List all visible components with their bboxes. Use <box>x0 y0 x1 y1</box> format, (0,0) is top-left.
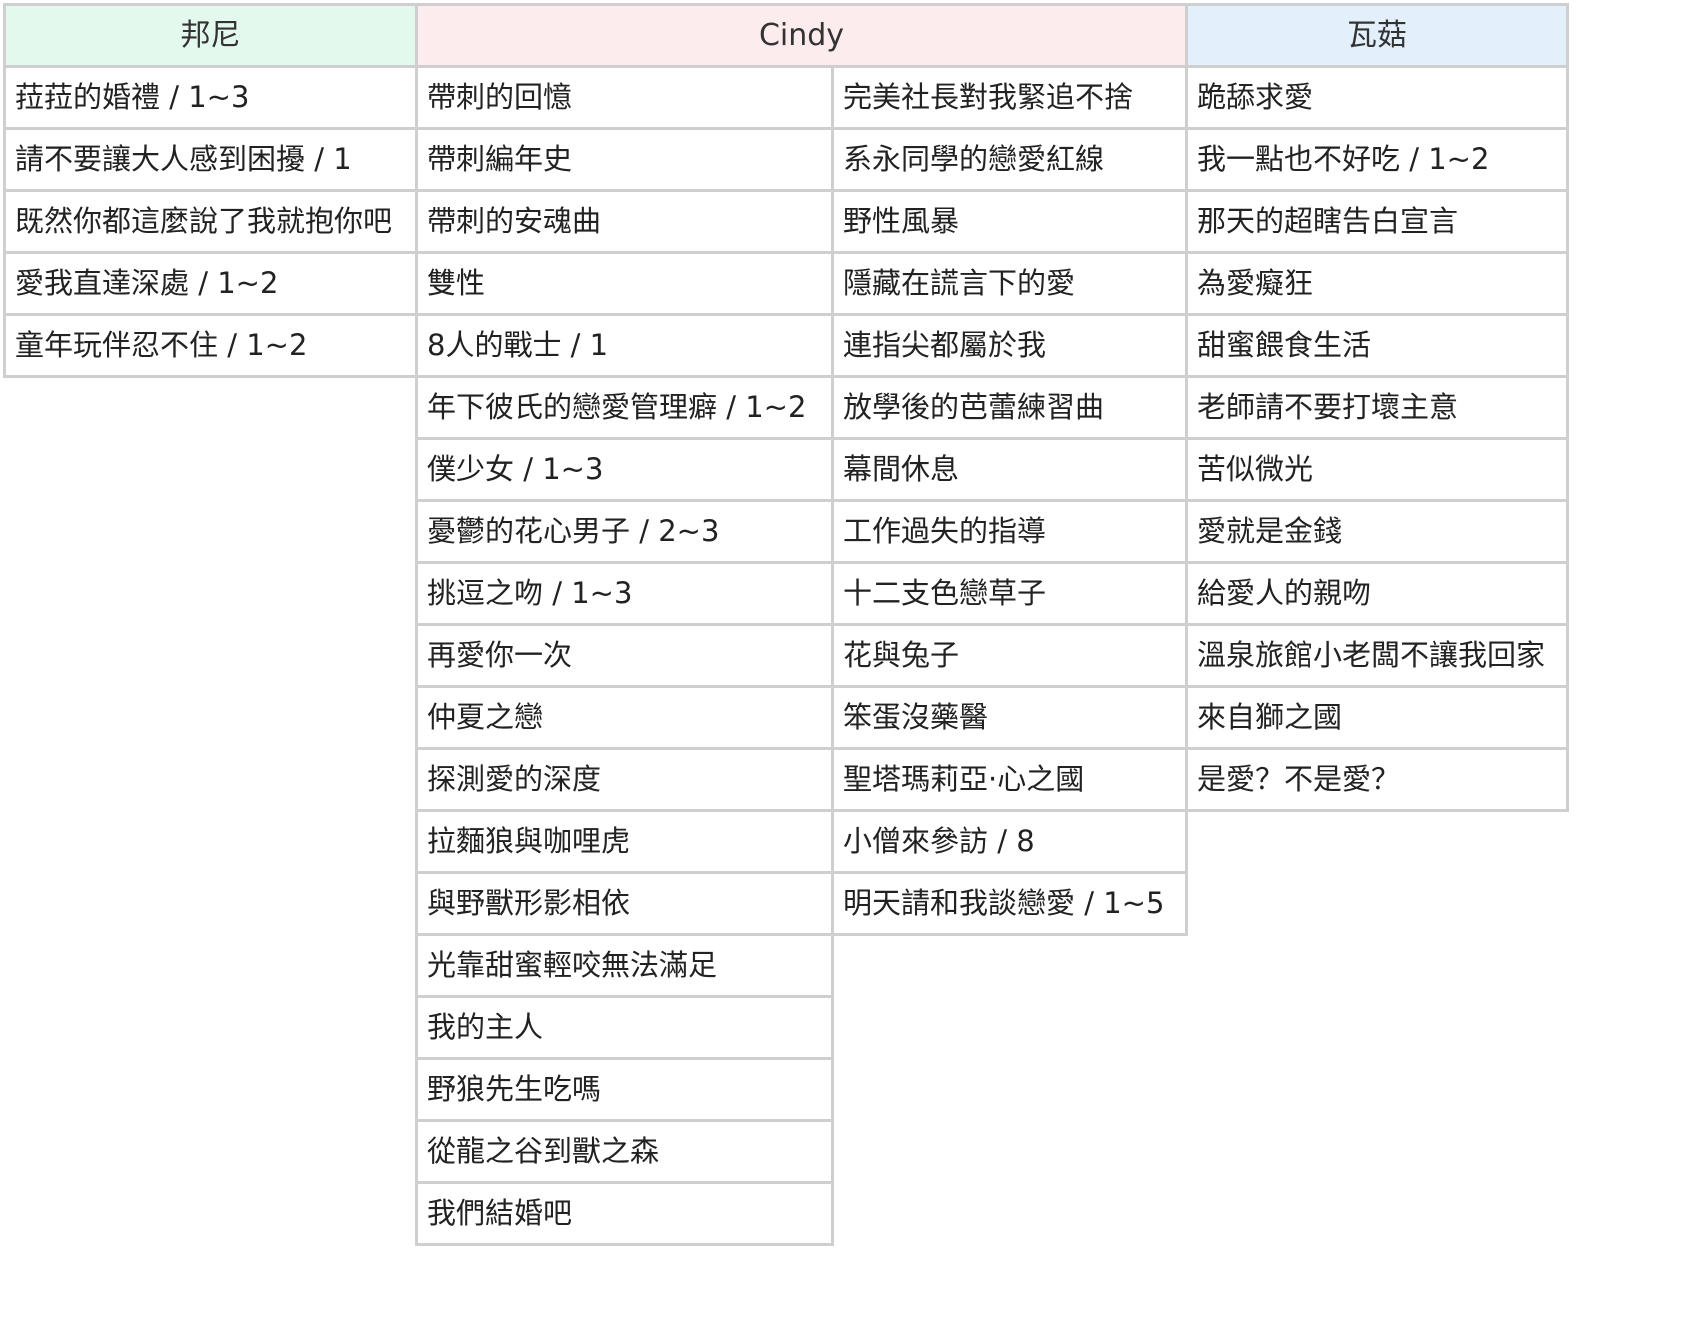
cindy-title-cell: 工作過失的指導 <box>831 499 1188 564</box>
waguu-title-cell: 來自獅之國 <box>1185 685 1569 750</box>
waguu-title-cell: 跪舔求愛 <box>1185 65 1569 130</box>
cindy-title-cell: 小僧來參訪 / 8 <box>831 809 1188 874</box>
cindy-title-cell: 再愛你一次 <box>415 623 834 688</box>
cindy-title-cell: 完美社長對我緊追不捨 <box>831 65 1188 130</box>
cindy-title-cell: 仲夏之戀 <box>415 685 834 750</box>
cindy-title-cell: 僕少女 / 1~3 <box>415 437 834 502</box>
bonnie-title-cell: 愛我直達深處 / 1~2 <box>3 251 418 316</box>
cindy-title-cell: 野狼先生吃嗎 <box>415 1057 834 1122</box>
cindy-title-cell: 連指尖都屬於我 <box>831 313 1188 378</box>
cindy-title-cell: 我們結婚吧 <box>415 1181 834 1246</box>
bonnie-title-cell: 菈菈的婚禮 / 1~3 <box>3 65 418 130</box>
cindy-title-cell: 憂鬱的花心男子 / 2~3 <box>415 499 834 564</box>
cindy-title-cell: 挑逗之吻 / 1~3 <box>415 561 834 626</box>
cindy-title-cell: 系永同學的戀愛紅線 <box>831 127 1188 192</box>
cindy-title-cell: 拉麵狼與咖哩虎 <box>415 809 834 874</box>
cindy-title-cell: 帶刺的回憶 <box>415 65 834 130</box>
cindy-title-cell: 帶刺的安魂曲 <box>415 189 834 254</box>
waguu-title-cell: 是愛？不是愛？ <box>1185 747 1569 812</box>
cindy-title-cell: 野性風暴 <box>831 189 1188 254</box>
bonnie-title-cell: 既然你都這麼說了我就抱你吧 <box>3 189 418 254</box>
waguu-title-cell: 我一點也不好吃 / 1~2 <box>1185 127 1569 192</box>
waguu-title-cell: 為愛癡狂 <box>1185 251 1569 316</box>
cindy-title-cell: 隱藏在謊言下的愛 <box>831 251 1188 316</box>
waguu-title-cell: 甜蜜餵食生活 <box>1185 313 1569 378</box>
cindy-title-cell: 雙性 <box>415 251 834 316</box>
cindy-title-cell: 幕間休息 <box>831 437 1188 502</box>
cindy-title-cell: 探測愛的深度 <box>415 747 834 812</box>
bonnie-title-cell: 童年玩伴忍不住 / 1~2 <box>3 313 418 378</box>
cindy-title-cell: 光靠甜蜜輕咬無法滿足 <box>415 933 834 998</box>
waguu-title-cell: 老師請不要打壞主意 <box>1185 375 1569 440</box>
header-cindy: Cindy <box>415 3 1188 68</box>
cindy-title-cell: 花與兔子 <box>831 623 1188 688</box>
cindy-title-cell: 從龍之谷到獸之森 <box>415 1119 834 1184</box>
cindy-title-cell: 十二支色戀草子 <box>831 561 1188 626</box>
waguu-title-cell: 苦似微光 <box>1185 437 1569 502</box>
cindy-title-cell: 年下彼氏的戀愛管理癖 / 1~2 <box>415 375 834 440</box>
waguu-title-cell: 溫泉旅館小老闆不讓我回家 <box>1185 623 1569 688</box>
waguu-title-cell: 愛就是金錢 <box>1185 499 1569 564</box>
bonnie-title-cell: 請不要讓大人感到困擾 / 1 <box>3 127 418 192</box>
waguu-title-cell: 那天的超瞎告白宣言 <box>1185 189 1569 254</box>
header-waguu: 瓦菇 <box>1185 3 1569 68</box>
cindy-title-cell: 笨蛋沒藥醫 <box>831 685 1188 750</box>
header-bonnie: 邦尼 <box>3 3 418 68</box>
cindy-title-cell: 明天請和我談戀愛 / 1~5 <box>831 871 1188 936</box>
cindy-title-cell: 放學後的芭蕾練習曲 <box>831 375 1188 440</box>
waguu-title-cell: 給愛人的親吻 <box>1185 561 1569 626</box>
cindy-title-cell: 與野獸形影相依 <box>415 871 834 936</box>
cindy-title-cell: 帶刺編年史 <box>415 127 834 192</box>
cindy-title-cell: 聖塔瑪莉亞·心之國 <box>831 747 1188 812</box>
cindy-title-cell: 我的主人 <box>415 995 834 1060</box>
cindy-title-cell: 8人的戰士 / 1 <box>415 313 834 378</box>
